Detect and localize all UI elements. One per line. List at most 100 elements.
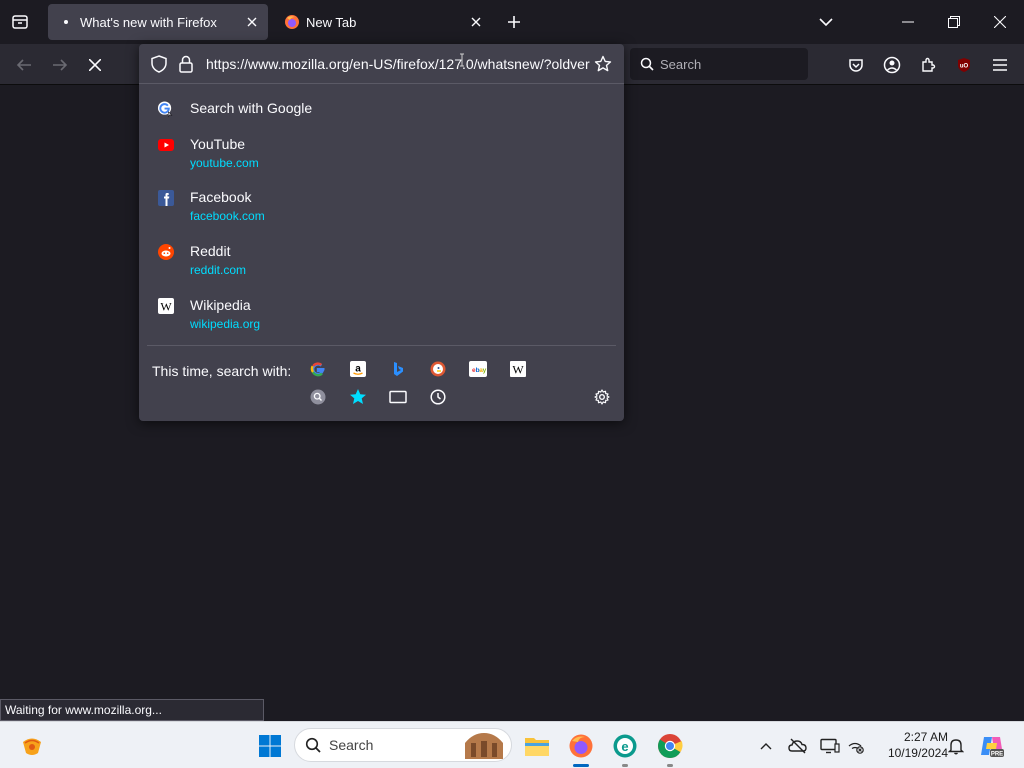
search-icon: [640, 57, 654, 71]
divider: [147, 345, 616, 346]
widgets-button[interactable]: [16, 730, 48, 762]
close-icon: [89, 59, 101, 71]
facebook-icon: [157, 189, 174, 206]
list-all-tabs-button[interactable]: [814, 10, 838, 34]
engine-ebay-button[interactable]: ebay: [468, 359, 488, 379]
folder-icon: [525, 738, 549, 756]
search-settings-button[interactable]: [592, 387, 612, 407]
lock-icon[interactable]: [179, 55, 193, 78]
engine-duckduckgo-button[interactable]: [428, 359, 448, 379]
svg-text:uO: uO: [960, 64, 969, 70]
back-arrow-icon: [16, 59, 31, 71]
result-title: Wikipedia: [190, 297, 251, 313]
search-bar[interactable]: Search: [630, 48, 808, 80]
engine-google-button[interactable]: [308, 359, 328, 379]
google-search-icon: [157, 100, 174, 117]
extensions-button[interactable]: [915, 52, 941, 78]
onedrive-button[interactable]: [782, 730, 814, 762]
stop-button[interactable]: [82, 52, 108, 78]
minimize-button[interactable]: [892, 6, 924, 38]
ublock-icon: uO: [958, 58, 970, 72]
svg-text:e: e: [621, 739, 628, 754]
plus-icon: [508, 16, 520, 28]
firefox-icon: [569, 734, 593, 758]
file-explorer-button[interactable]: [521, 730, 553, 762]
result-url: youtube.com: [190, 156, 259, 170]
bookmark-star-icon[interactable]: [594, 55, 612, 78]
eset-button[interactable]: e: [609, 730, 641, 762]
search-bookmarks-button[interactable]: [348, 387, 368, 407]
clock-date: 10/19/2024: [887, 746, 948, 760]
show-hidden-icons-button[interactable]: [750, 730, 782, 762]
tab-new-tab[interactable]: New Tab: [274, 4, 492, 40]
tab-strip: What's new with Firefox New Tab: [0, 0, 1024, 44]
bookmarks-star-icon: [350, 389, 366, 404]
hamburger-icon: [993, 59, 1007, 71]
search-placeholder: Search: [660, 56, 702, 72]
result-youtube[interactable]: YouTube youtube.com: [139, 136, 624, 186]
engine-amazon-button[interactable]: a: [348, 359, 368, 379]
back-button[interactable]: [11, 52, 37, 78]
bing-icon: [394, 362, 403, 376]
pocket-button[interactable]: [843, 52, 869, 78]
engine-bing-button[interactable]: [388, 359, 408, 379]
chrome-button[interactable]: [654, 730, 686, 762]
forward-button[interactable]: [47, 52, 73, 78]
duckduckgo-icon: [430, 361, 446, 377]
search-history-button[interactable]: [428, 387, 448, 407]
taskbar-search[interactable]: Search: [294, 728, 512, 762]
taskbar-search-label: Search: [329, 737, 374, 753]
url-input[interactable]: https://www.mozilla.org/en-US/firefox/12…: [206, 56, 591, 72]
wikipedia-icon: W: [510, 361, 526, 377]
account-button[interactable]: [879, 52, 905, 78]
google-icon: [310, 362, 325, 377]
close-window-button[interactable]: [984, 6, 1016, 38]
chrome-icon: [658, 734, 683, 759]
windows-logo-icon: [259, 735, 281, 757]
firefox-view-icon: [12, 15, 28, 29]
clock-icon: [430, 389, 446, 405]
close-tab-icon[interactable]: [464, 10, 488, 34]
status-panel: Waiting for www.mozilla.org...: [0, 699, 264, 721]
app-menu-button[interactable]: [987, 52, 1013, 78]
pocket-icon: [849, 59, 863, 72]
puzzle-icon: [922, 57, 936, 72]
search-tabs-button[interactable]: [308, 387, 328, 407]
engine-wikipedia-button[interactable]: W: [508, 359, 528, 379]
start-button[interactable]: [254, 730, 286, 762]
system-clock[interactable]: 2:27 AM 10/19/2024: [868, 729, 948, 761]
search-open-tabs-button[interactable]: [388, 387, 408, 407]
url-input-row[interactable]: https://www.mozilla.org/en-US/firefox/12…: [139, 44, 624, 84]
close-tab-icon[interactable]: [240, 10, 264, 34]
copilot-button[interactable]: PRE: [976, 730, 1008, 762]
firefox-taskbar-button[interactable]: [565, 730, 597, 762]
result-url: wikipedia.org: [190, 317, 261, 331]
tab-title: What's new with Firefox: [80, 14, 217, 30]
shield-icon[interactable]: [151, 55, 167, 78]
windows-taskbar: Search e 2:27 AM 10/19/2024 PRE: [0, 721, 1024, 768]
svg-text:W: W: [160, 299, 172, 313]
svg-text:W: W: [512, 363, 524, 377]
text-cursor-icon: [460, 53, 464, 67]
ublock-origin-button[interactable]: uO: [951, 52, 977, 78]
firefox-icon: [284, 14, 300, 30]
network-disconnected-icon: [848, 742, 864, 754]
ebay-icon: ebay: [469, 361, 487, 377]
tab-whats-new[interactable]: What's new with Firefox: [48, 4, 268, 40]
chevron-down-icon: [819, 18, 833, 27]
amazon-icon: a: [350, 361, 366, 377]
restore-button[interactable]: [938, 6, 970, 38]
account-icon: [883, 56, 901, 74]
new-tab-button[interactable]: [502, 10, 526, 34]
result-reddit[interactable]: Reddit reddit.com: [139, 243, 624, 293]
tab-icon: [389, 390, 407, 404]
svg-text:y: y: [483, 367, 487, 374]
notifications-button[interactable]: [940, 730, 972, 762]
result-facebook[interactable]: Facebook facebook.com: [139, 189, 624, 239]
result-wikipedia[interactable]: W Wikipedia wikipedia.org: [139, 297, 624, 347]
firefox-view-button[interactable]: [8, 10, 32, 34]
svg-text:PRE: PRE: [991, 752, 1003, 758]
result-title: Reddit: [190, 243, 231, 259]
search-icon: [305, 737, 321, 753]
one-off-search-label: This time, search with:: [152, 363, 292, 379]
